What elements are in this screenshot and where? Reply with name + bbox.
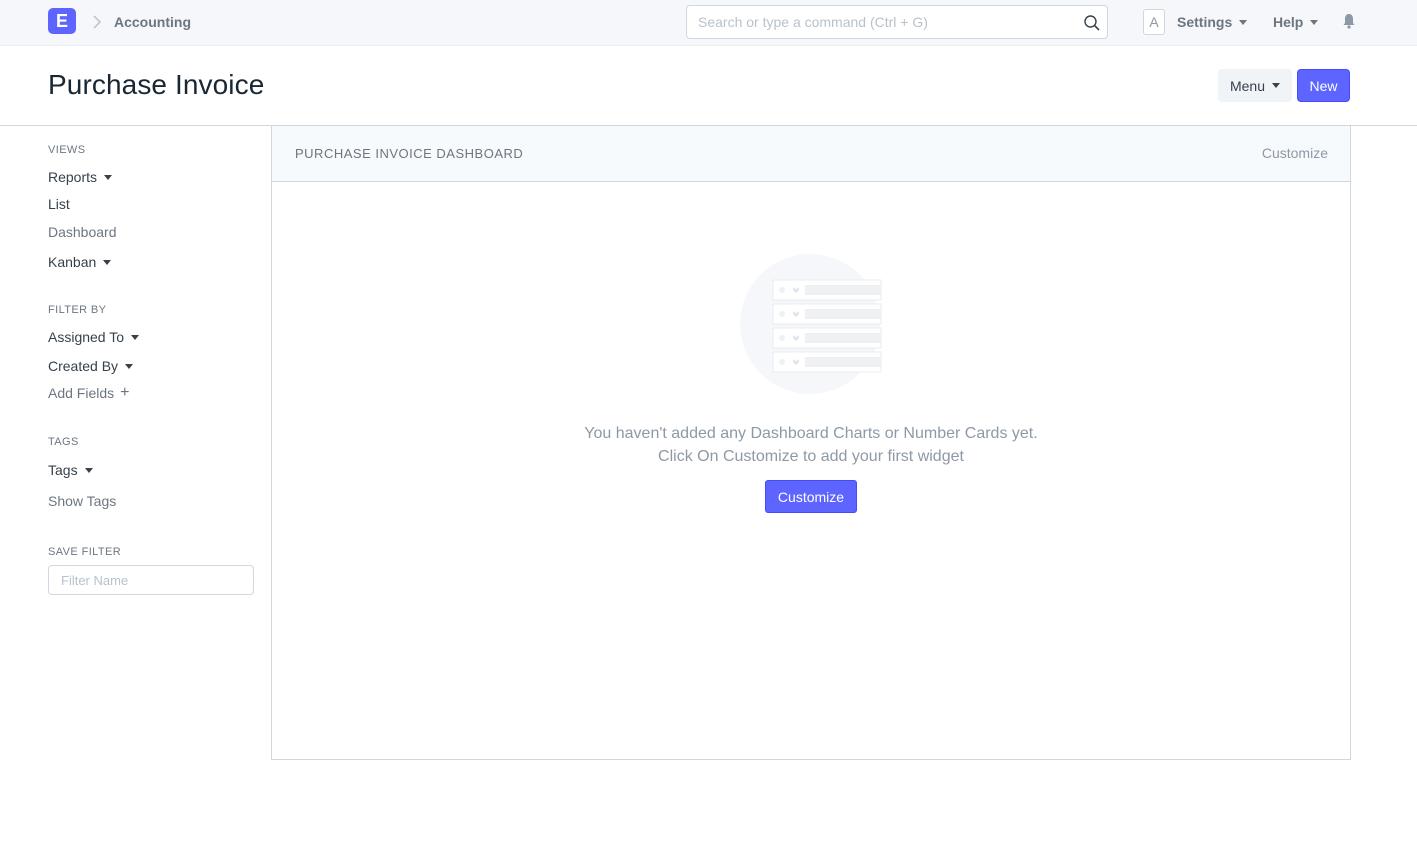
- navbar: E Accounting A Settings Help: [0, 0, 1417, 46]
- bell-icon[interactable]: [1342, 13, 1356, 29]
- sidebar-item-label: Reports: [48, 169, 98, 185]
- caret-down-icon: [131, 334, 140, 340]
- tags-dropdown[interactable]: Tags: [48, 462, 93, 478]
- filter-assigned-to[interactable]: Assigned To: [48, 329, 140, 345]
- save-filter-heading: Save Filter: [48, 546, 122, 558]
- caret-down-icon: [1272, 83, 1281, 88]
- filter-label: Assigned To: [48, 329, 125, 345]
- plus-icon: +: [120, 384, 130, 401]
- search-input[interactable]: [698, 14, 1068, 30]
- sidebar-item-label: List: [48, 196, 70, 212]
- settings-label: Settings: [1177, 14, 1233, 30]
- search-icon[interactable]: [1083, 14, 1101, 32]
- dashboard-panel: Purchase Invoice Dashboard Customize You…: [271, 125, 1351, 760]
- filter-name-input[interactable]: [48, 565, 254, 595]
- customize-button[interactable]: Customize: [765, 480, 857, 513]
- sidebar-item-label: Kanban: [48, 254, 97, 270]
- filter-label: Created By: [48, 358, 119, 374]
- dashboard-title: Purchase Invoice Dashboard: [295, 146, 524, 161]
- show-tags-link[interactable]: Show Tags: [48, 493, 116, 509]
- help-label: Help: [1273, 14, 1304, 30]
- sidebar-item-list[interactable]: List: [48, 196, 70, 212]
- caret-down-icon: [125, 363, 134, 369]
- new-button[interactable]: New: [1297, 69, 1350, 102]
- empty-state-message-line2: Click On Customize to add your first wid…: [658, 448, 964, 465]
- caret-down-icon: [103, 259, 112, 265]
- tags-heading: Tags: [48, 436, 79, 448]
- settings-dropdown[interactable]: Settings: [1177, 14, 1248, 30]
- add-fields-label: Add Fields: [48, 385, 115, 401]
- menu-label: Menu: [1229, 77, 1266, 94]
- caret-down-icon: [104, 174, 113, 180]
- search-bar: [686, 5, 1108, 39]
- dashboard-header: Purchase Invoice Dashboard Customize: [272, 126, 1350, 182]
- sidebar-item-label: Dashboard: [48, 224, 117, 240]
- sidebar-item-reports[interactable]: Reports: [48, 169, 113, 185]
- page-title: Purchase Invoice: [48, 69, 265, 100]
- menu-button[interactable]: Menu: [1218, 69, 1292, 102]
- sidebar-item-dashboard[interactable]: Dashboard: [48, 224, 117, 240]
- sidebar-item-kanban[interactable]: Kanban: [48, 254, 112, 270]
- views-heading: Views: [48, 144, 86, 156]
- user-avatar[interactable]: A: [1143, 9, 1165, 35]
- filter-by-heading: Filter By: [48, 304, 107, 316]
- caret-down-icon: [84, 467, 93, 473]
- app-logo[interactable]: E: [48, 8, 76, 34]
- add-fields-link[interactable]: Add Fields +: [48, 384, 130, 402]
- caret-down-icon: [1239, 19, 1248, 25]
- chevron-right-icon: [93, 15, 102, 29]
- empty-state-message-line1: You haven't added any Dashboard Charts o…: [584, 425, 1038, 442]
- customize-link[interactable]: Customize: [1262, 145, 1328, 161]
- caret-down-icon: [1310, 19, 1319, 25]
- empty-state-illustration: [740, 254, 882, 394]
- show-tags-label: Show Tags: [48, 493, 117, 509]
- tags-label: Tags: [48, 462, 78, 478]
- help-dropdown[interactable]: Help: [1273, 14, 1319, 30]
- breadcrumb-accounting[interactable]: Accounting: [114, 14, 191, 30]
- page-head: Purchase Invoice Menu New: [0, 46, 1417, 126]
- filter-created-by[interactable]: Created By: [48, 358, 134, 374]
